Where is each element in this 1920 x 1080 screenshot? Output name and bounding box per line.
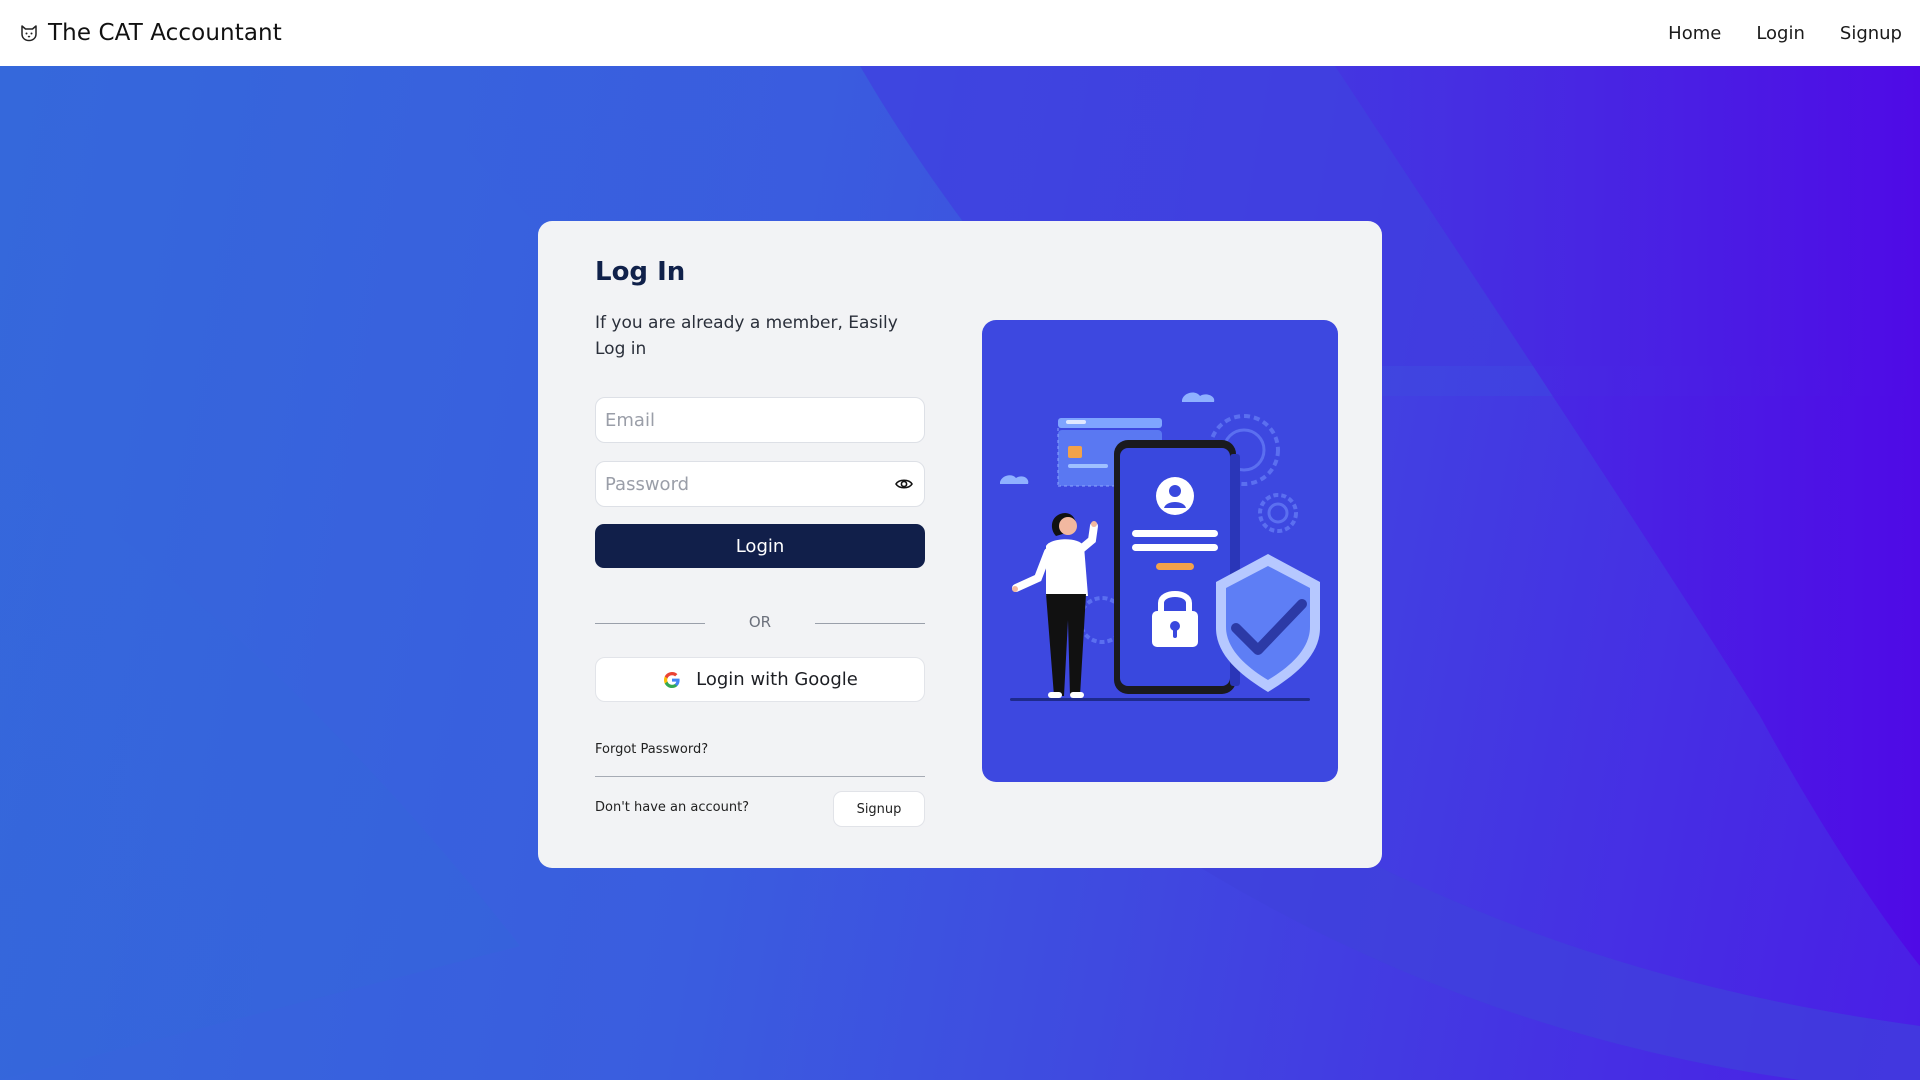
- security-illustration: [982, 320, 1338, 782]
- login-button[interactable]: Login: [595, 524, 925, 568]
- top-navbar: The CAT Accountant Home Login Signup: [0, 0, 1920, 66]
- google-login-label: Login with Google: [696, 669, 858, 690]
- signup-button[interactable]: Signup: [833, 791, 925, 827]
- or-divider-right: [815, 623, 925, 624]
- login-card: Log In If you are already a member, Easi…: [538, 221, 1382, 868]
- email-field[interactable]: [595, 397, 925, 443]
- login-subtitle: If you are already a member, Easily Log …: [595, 313, 898, 359]
- cat-icon: [18, 23, 39, 44]
- divider: [595, 776, 925, 777]
- nav-home-link[interactable]: Home: [1668, 23, 1721, 44]
- brand[interactable]: The CAT Accountant: [18, 0, 282, 66]
- nav-login-link[interactable]: Login: [1756, 23, 1805, 44]
- forgot-password-link[interactable]: Forgot Password?: [595, 742, 708, 757]
- or-divider-left: [595, 623, 705, 624]
- login-title: Log In: [595, 257, 686, 287]
- google-icon: [662, 670, 682, 690]
- brand-title: The CAT Accountant: [48, 20, 282, 46]
- eye-icon[interactable]: [894, 474, 914, 494]
- password-field[interactable]: [595, 461, 925, 507]
- nav-signup-link[interactable]: Signup: [1840, 23, 1902, 44]
- or-label: OR: [748, 613, 772, 631]
- phone-security-illustration: [1000, 392, 1320, 701]
- nav-links: Home Login Signup: [1633, 0, 1902, 66]
- google-login-button[interactable]: Login with Google: [595, 657, 925, 702]
- no-account-text: Don't have an account?: [595, 800, 750, 815]
